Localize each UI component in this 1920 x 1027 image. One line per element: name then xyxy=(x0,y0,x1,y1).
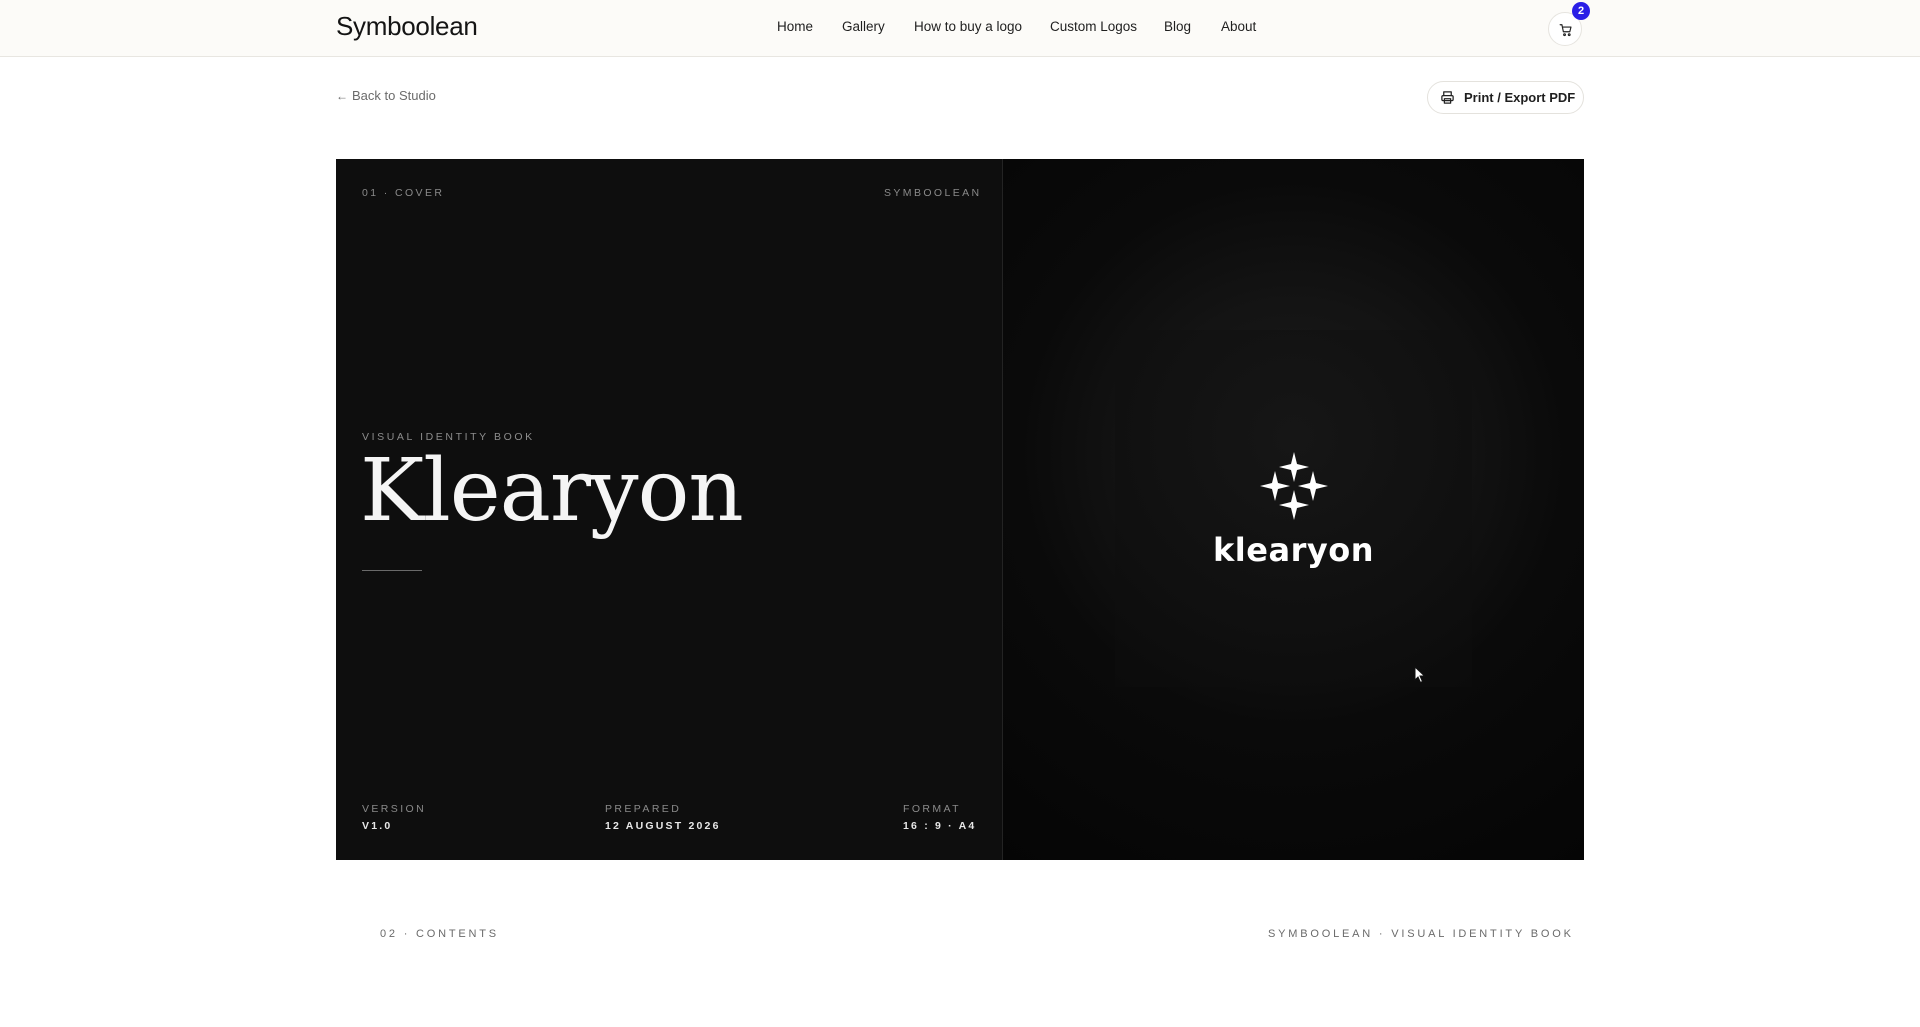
next-section-label: 02 · CONTENTS xyxy=(380,928,499,940)
cover-page: 01 · COVER SYMBOOLEAN VISUAL IDENTITY BO… xyxy=(336,159,1584,860)
meta-prepared-label: PREPARED xyxy=(605,803,682,815)
logo-wordmark: klearyon xyxy=(1213,531,1374,569)
nav-blog[interactable]: Blog xyxy=(1164,19,1191,34)
nav-how-to-buy[interactable]: How to buy a logo xyxy=(914,19,1022,34)
four-point-star-cluster-icon xyxy=(1260,452,1328,520)
publisher-label: SYMBOOLEAN xyxy=(884,187,982,199)
mouse-cursor-icon xyxy=(1414,666,1426,684)
print-export-button[interactable]: Print / Export PDF xyxy=(1427,81,1584,114)
top-navigation-bar: Symboolean Home Gallery How to buy a log… xyxy=(0,0,1920,57)
meta-prepared-value: 12 AUGUST 2026 xyxy=(605,820,721,832)
back-link-label: Back to Studio xyxy=(352,88,436,103)
meta-version-value: V1.0 xyxy=(362,820,393,832)
back-to-studio-link[interactable]: ← Back to Studio xyxy=(336,88,436,103)
brand-logo[interactable]: Symboolean xyxy=(336,11,478,42)
section-label: 01 · COVER xyxy=(362,187,445,199)
cover-right-panel: klearyon xyxy=(1003,159,1584,860)
title-divider xyxy=(362,570,422,571)
cover-left-panel: 01 · COVER SYMBOOLEAN VISUAL IDENTITY BO… xyxy=(336,159,1003,860)
meta-format-label: FORMAT xyxy=(903,803,961,815)
meta-version-label: VERSION xyxy=(362,803,427,815)
arrow-left-icon: ← xyxy=(336,88,348,103)
cover-title: Klearyon xyxy=(360,441,744,541)
nav-about[interactable]: About xyxy=(1221,19,1256,34)
running-title: SYMBOOLEAN · VISUAL IDENTITY BOOK xyxy=(1268,928,1574,940)
cart-icon xyxy=(1559,24,1572,37)
nav-custom-logos[interactable]: Custom Logos xyxy=(1050,19,1137,34)
cart-count-badge: 2 xyxy=(1572,2,1590,20)
printer-icon xyxy=(1441,91,1454,104)
print-button-label: Print / Export PDF xyxy=(1464,90,1576,105)
meta-format-value: 16 : 9 · A4 xyxy=(903,820,977,832)
nav-home[interactable]: Home xyxy=(777,19,813,34)
nav-gallery[interactable]: Gallery xyxy=(842,19,885,34)
